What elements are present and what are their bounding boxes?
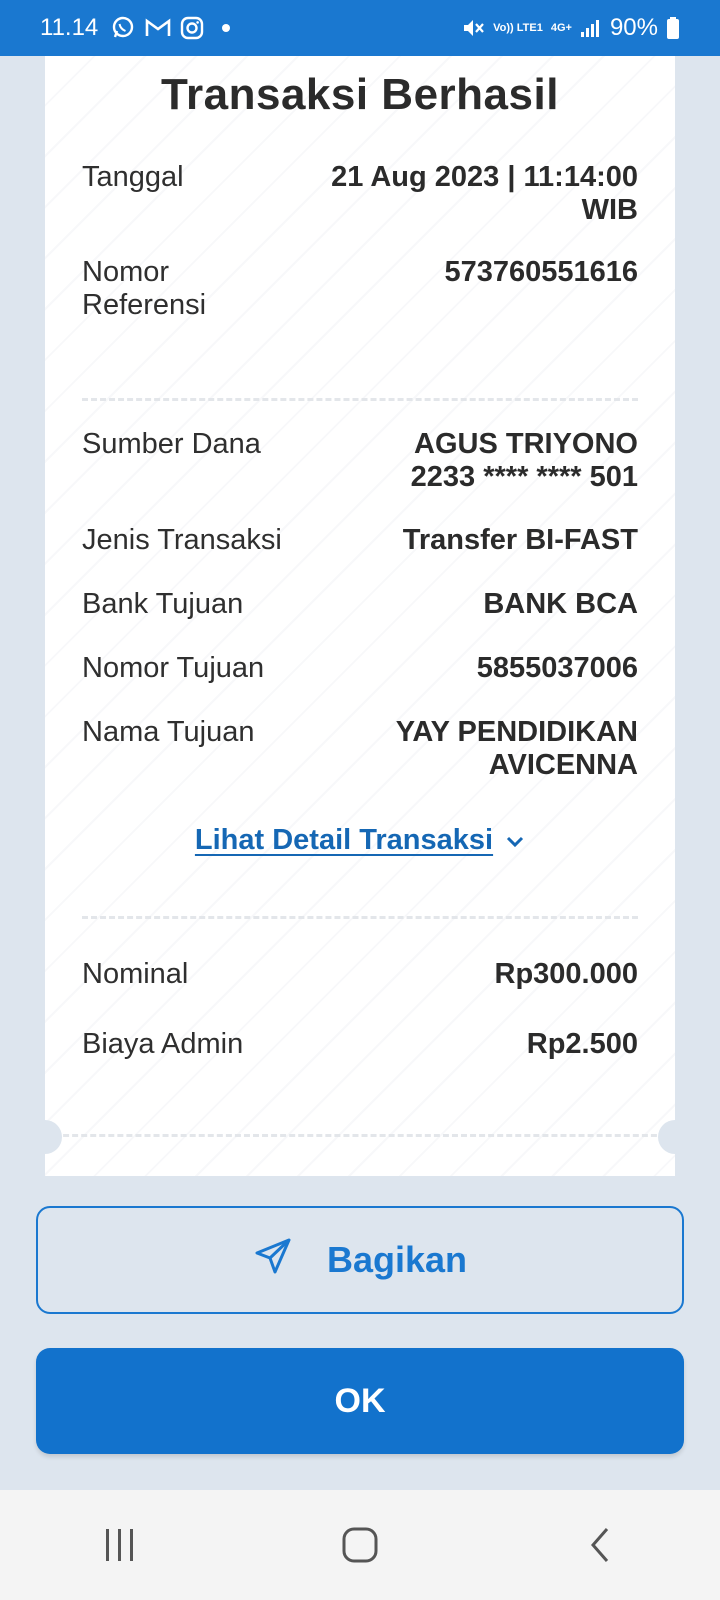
send-icon	[253, 1236, 293, 1285]
battery-percent: 90%	[609, 14, 658, 41]
back-button[interactable]	[555, 1515, 645, 1575]
view-transaction-detail-link[interactable]: Lihat Detail Transaksi	[45, 824, 675, 857]
row-label: Biaya Admin	[82, 1028, 244, 1060]
gmail-icon	[144, 17, 172, 39]
detail-row-destination-name: Nama Tujuan YAY PENDIDIKAN AVICENNA	[82, 716, 638, 782]
row-label: Bank Tujuan	[82, 588, 244, 620]
row-label: Nama Tujuan	[82, 716, 255, 748]
home-button[interactable]	[315, 1515, 405, 1575]
detail-row-transaction-type: Jenis Transaksi Transfer BI-FAST	[82, 524, 638, 557]
notification-dot-icon	[222, 24, 231, 32]
row-value: YAY PENDIDIKAN AVICENNA	[395, 716, 638, 781]
row-value: Rp2.500	[526, 1028, 638, 1060]
instagram-icon	[180, 16, 204, 40]
detail-row-reference: Nomor Referensi 573760551616	[82, 256, 638, 322]
detail-row-bank: Bank Tujuan BANK BCA	[82, 588, 638, 621]
back-icon	[591, 1528, 609, 1562]
ok-button-label: OK	[334, 1381, 386, 1420]
status-time: 11.14	[40, 14, 99, 41]
status-bar: 11.14 Vo)) LTE1 4G+ 90%	[0, 0, 720, 56]
detail-row-date: Tanggal 21 Aug 2023 | 11:14:00 WIB	[82, 161, 638, 227]
row-label: Tanggal	[82, 161, 184, 193]
dashed-divider	[82, 398, 638, 401]
mute-icon	[461, 16, 485, 40]
share-button-label: Bagikan	[326, 1239, 468, 1280]
detail-row-amount: Nominal Rp300.000	[82, 958, 638, 991]
recent-apps-button[interactable]	[75, 1515, 165, 1575]
network-type-indicator: 4G+	[550, 22, 572, 34]
signal-icon	[580, 18, 602, 38]
receipt-notch-left	[28, 1120, 62, 1154]
recent-apps-icon	[106, 1529, 133, 1561]
row-value: Rp300.000	[494, 958, 639, 990]
detail-row-admin-fee: Biaya Admin Rp2.500	[82, 1028, 638, 1061]
battery-icon	[666, 16, 680, 40]
system-navigation-bar	[0, 1490, 720, 1600]
row-label: Nomor Referensi	[82, 256, 207, 321]
home-icon	[342, 1527, 378, 1563]
whatsapp-icon	[110, 15, 136, 41]
dashed-divider	[82, 916, 638, 919]
receipt-notch-right	[658, 1120, 692, 1154]
row-label: Nomor Tujuan	[82, 652, 265, 684]
row-label: Jenis Transaksi	[82, 524, 282, 556]
row-label: Sumber Dana	[82, 428, 261, 460]
detail-link-label: Lihat Detail Transaksi	[194, 824, 494, 856]
detail-row-source: Sumber Dana AGUS TRIYONO 2233 **** **** …	[82, 428, 638, 494]
chevron-down-icon	[505, 824, 525, 857]
receipt-tear-line	[45, 1134, 675, 1137]
row-value: 5855037006	[476, 652, 638, 684]
volte-indicator: Vo)) LTE1	[493, 22, 543, 34]
row-value: 21 Aug 2023 | 11:14:00 WIB	[331, 161, 638, 226]
row-value: Transfer BI-FAST	[402, 524, 638, 556]
detail-row-destination-number: Nomor Tujuan 5855037006	[82, 652, 638, 685]
receipt-card: Transaksi Berhasil Tanggal 21 Aug 2023 |…	[28, 56, 692, 1176]
row-value: BANK BCA	[483, 588, 638, 620]
row-value: AGUS TRIYONO 2233 **** **** 501	[410, 428, 638, 493]
row-value: 573760551616	[444, 256, 638, 288]
page-title: Transaksi Berhasil	[161, 70, 559, 119]
share-button[interactable]: Bagikan	[36, 1206, 684, 1314]
row-label: Nominal	[82, 958, 189, 990]
ok-button[interactable]: OK	[36, 1348, 684, 1454]
